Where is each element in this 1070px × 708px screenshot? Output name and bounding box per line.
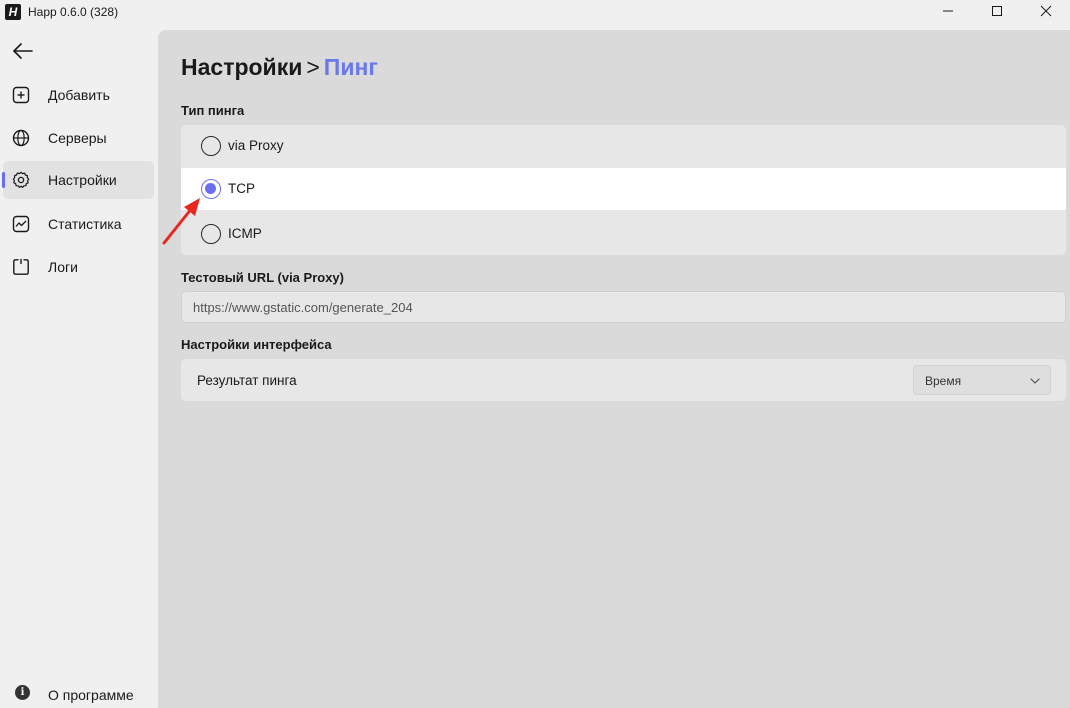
maximize-icon — [991, 6, 1002, 16]
radio-label: via Proxy — [228, 138, 284, 153]
maximize-button[interactable] — [972, 0, 1021, 22]
sidebar-item-label: Добавить — [48, 87, 110, 103]
sidebar-item-statistics[interactable]: Статистика — [3, 205, 154, 243]
sidebar-item-label: Логи — [48, 259, 78, 275]
info-icon: i — [15, 685, 30, 700]
ping-type-option-icmp[interactable]: ICMP — [181, 213, 1066, 255]
breadcrumb-current: Пинг — [323, 54, 378, 80]
select-value: Время — [925, 374, 962, 388]
title-bar: H Happ 0.6.0 (328) — [0, 0, 1070, 24]
breadcrumb-parent[interactable]: Настройки — [181, 54, 302, 80]
plus-square-icon — [12, 86, 30, 104]
window-title: Happ 0.6.0 (328) — [28, 5, 119, 19]
sidebar-item-label: Настройки — [48, 172, 117, 188]
ping-type-option-via-proxy[interactable]: via Proxy — [181, 125, 1066, 167]
ping-type-label: Тип пинга — [181, 103, 245, 118]
sidebar-item-about[interactable]: i О программе — [3, 678, 154, 708]
radio-label: ICMP — [228, 226, 262, 241]
ping-type-group: via Proxy TCP ICMP — [181, 125, 1066, 255]
chevron-down-icon — [1030, 378, 1040, 384]
ping-type-option-tcp[interactable]: TCP — [181, 168, 1066, 210]
ping-result-select[interactable]: Время — [913, 365, 1051, 395]
sidebar-item-logs[interactable]: Логи — [3, 248, 154, 286]
gear-icon — [12, 171, 30, 189]
radio-label: TCP — [228, 181, 255, 196]
sidebar-item-label: Статистика — [48, 216, 122, 232]
app-logo-icon: H — [5, 4, 21, 20]
close-icon — [1040, 5, 1051, 17]
sidebar: Добавить Серверы Настройки Статистика Ло… — [0, 24, 158, 708]
window-controls — [923, 0, 1070, 22]
breadcrumb-separator: > — [306, 54, 320, 80]
test-url-label: Тестовый URL (via Proxy) — [181, 270, 344, 285]
test-url-input[interactable] — [181, 291, 1066, 323]
sidebar-item-add[interactable]: Добавить — [3, 76, 154, 114]
chart-icon — [12, 215, 30, 233]
minimize-icon — [942, 10, 953, 12]
sidebar-item-servers[interactable]: Серверы — [3, 119, 154, 157]
ping-result-label: Результат пинга — [197, 373, 297, 388]
ping-result-row: Результат пинга Время — [181, 359, 1066, 401]
settings-panel: Настройки > Пинг Тип пинга via Proxy TCP I… — [158, 30, 1070, 708]
close-button[interactable] — [1021, 0, 1070, 22]
back-button[interactable] — [10, 40, 36, 62]
arrow-left-icon — [13, 43, 33, 59]
sidebar-item-label: Серверы — [48, 130, 107, 146]
minimize-button[interactable] — [923, 0, 972, 22]
interface-settings-label: Настройки интерфейса — [181, 337, 332, 352]
sidebar-item-label: О программе — [48, 687, 134, 703]
radio-button[interactable] — [201, 136, 221, 156]
logs-icon — [12, 258, 30, 276]
sidebar-item-settings[interactable]: Настройки — [2, 161, 154, 199]
globe-icon — [12, 129, 30, 147]
page-title: Настройки > Пинг — [181, 54, 378, 81]
annotation-arrow-icon — [162, 198, 200, 245]
